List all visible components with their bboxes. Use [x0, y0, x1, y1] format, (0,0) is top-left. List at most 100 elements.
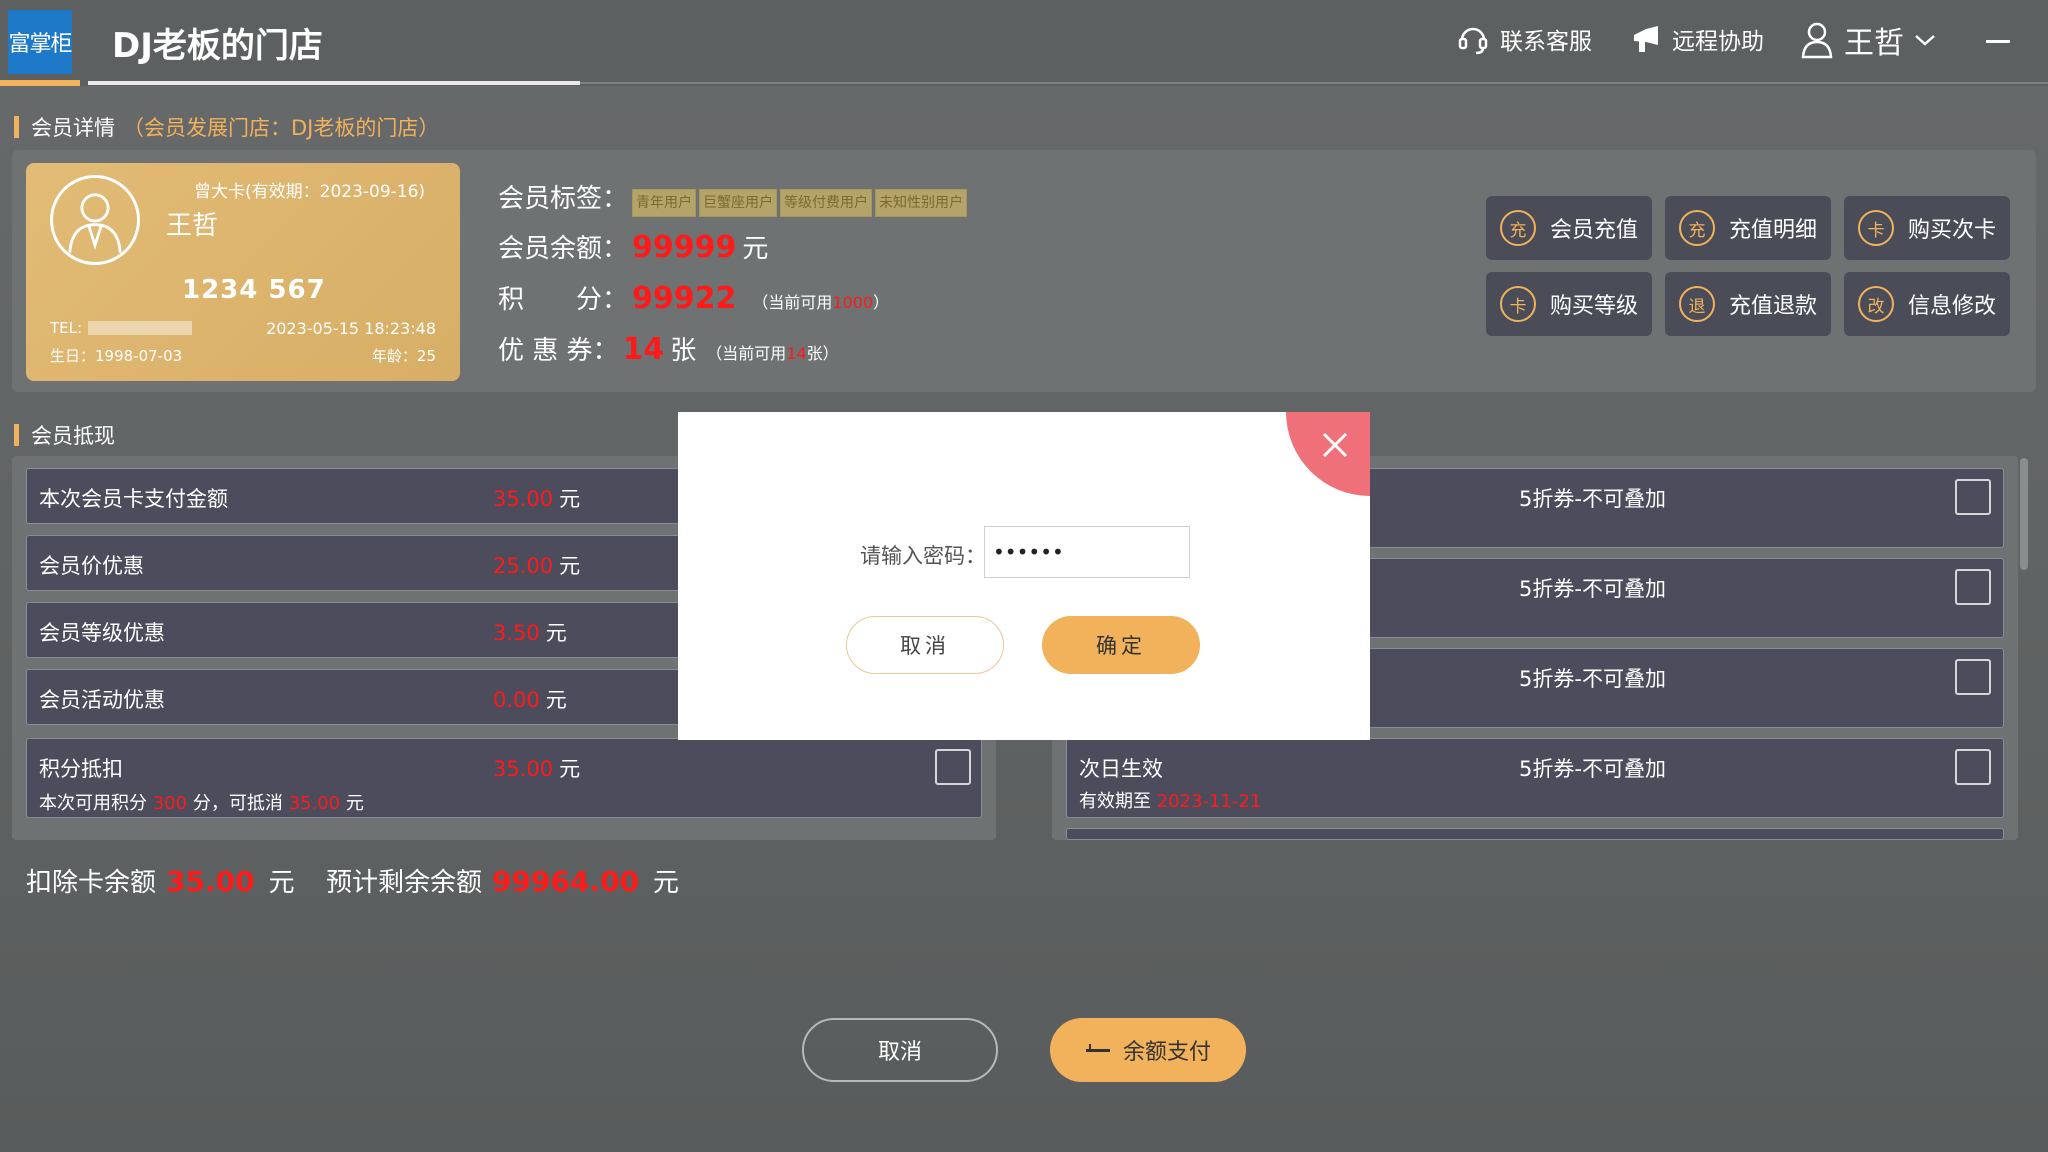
member-store-subtitle: （会员发展门店：DJ老板的门店）	[123, 116, 440, 140]
deduction-heading: 会员抵现	[14, 420, 115, 450]
member-tag: 等级付费用户	[780, 189, 873, 217]
member-tags-row: 会员标签： 青年用户 巨蟹座用户 等级付费用户 未知性别用户	[498, 178, 970, 217]
tel-redacted	[88, 321, 193, 335]
close-icon[interactable]	[1320, 430, 1350, 460]
active-store-indicator	[88, 81, 580, 85]
member-details-heading: 会员详情 （会员发展门店：DJ老板的门店）	[14, 112, 439, 142]
card-birthday: 生日：1998-07-03	[50, 347, 183, 365]
user-name: 王哲	[1844, 26, 1904, 61]
deduction-value: 25.00 元	[493, 554, 581, 578]
edit-info-button[interactable]: 改 信息修改	[1844, 272, 2010, 336]
megaphone-icon	[1634, 26, 1658, 52]
coupon-label: 优 惠 券：	[498, 336, 619, 366]
coupon-scrollbar[interactable]	[2020, 458, 2028, 570]
remaining-balance-label: 预计剩余余额	[326, 868, 483, 898]
recharge-icon: 充	[1499, 210, 1536, 246]
deduction-label: 会员等级优惠	[39, 621, 165, 645]
dialog-confirm-button[interactable]: 确定	[1042, 616, 1200, 674]
deduct-balance-unit: 元	[268, 868, 295, 898]
section-marker	[14, 424, 19, 446]
card-datetime: 2023-05-15 18:23:48	[266, 319, 436, 338]
card-icon: 卡	[1499, 286, 1536, 322]
edit-icon: 改	[1857, 286, 1894, 322]
deduction-title: 会员抵现	[31, 424, 115, 448]
recharge-label: 会员充值	[1549, 218, 1638, 243]
member-tag: 巨蟹座用户	[699, 189, 778, 217]
remaining-balance-value: 99964.00	[492, 865, 640, 898]
deduct-balance-total: 扣除卡余额 35.00 元	[26, 862, 295, 899]
member-tag: 青年用户	[632, 189, 697, 217]
logo-underline	[0, 80, 80, 86]
wallet-icon	[1085, 1044, 1110, 1052]
balance-row: 会员余额： 99999 元	[498, 228, 768, 265]
deduction-label: 会员价优惠	[39, 554, 144, 578]
support-label: 联系客服	[1500, 29, 1592, 55]
app-logo: 富掌柜	[8, 10, 73, 74]
buy-level-button[interactable]: 卡 购买等级	[1486, 272, 1652, 336]
coupon-unit: 张	[670, 336, 697, 366]
remote-assist-label: 远程协助	[1672, 29, 1764, 55]
coupon-note: （当前可用14张）	[706, 344, 839, 363]
card-holder-name: 王哲	[166, 211, 219, 241]
balance-value: 99999	[632, 230, 737, 265]
coupon-checkbox[interactable]	[1955, 659, 1991, 695]
dialog-cancel-label: 取消	[900, 634, 950, 658]
balance-label: 会员余额：	[498, 234, 629, 264]
balance-pay-button[interactable]: 余额支付	[1050, 1018, 1246, 1082]
coupon-count: 14	[622, 332, 665, 367]
minimize-button[interactable]	[1986, 40, 2010, 43]
card-validity: 曾大卡(有效期：2023-09-16)	[194, 182, 426, 202]
user-icon	[1801, 22, 1833, 59]
tags-label: 会员标签：	[498, 184, 629, 214]
headset-icon	[1458, 27, 1488, 55]
dialog-confirm-label: 确定	[1096, 634, 1146, 658]
coupon-row[interactable]: 次日生效 5折券-不可叠加 有效期至 2023-11-21	[1066, 738, 2004, 818]
recharge-refund-label: 充值退款	[1728, 294, 1817, 319]
recharge-details-icon: 充	[1678, 210, 1715, 246]
card-age: 年龄：25	[371, 347, 436, 365]
points-deduction-checkbox[interactable]	[935, 749, 971, 785]
coupon-checkbox[interactable]	[1955, 569, 1991, 605]
recharge-details-label: 充值明细	[1728, 218, 1817, 243]
points-deduction-row: 积分抵扣 35.00 元 本次可用积分 300 分，可抵消 35.00 元	[26, 738, 982, 818]
balance-pay-label: 余额支付	[1122, 1040, 1211, 1065]
coupon-checkbox[interactable]	[1955, 479, 1991, 515]
coupon-title: 5折券-不可叠加	[1519, 757, 1666, 781]
member-details-title: 会员详情	[31, 116, 115, 140]
coupon-title: 5折券-不可叠加	[1519, 667, 1666, 691]
recharge-button[interactable]: 充 会员充值	[1486, 196, 1652, 260]
deduction-value: 0.00 元	[493, 688, 567, 712]
refund-icon: 退	[1678, 286, 1715, 322]
card-tel: TEL:	[50, 319, 193, 337]
section-marker	[14, 116, 19, 138]
coupons-row: 优 惠 券： 14 张 （当前可用14张）	[498, 330, 839, 367]
user-menu[interactable]: 王哲	[1800, 18, 1948, 62]
buy-times-card-button[interactable]: 卡 购买次卡	[1844, 196, 2010, 260]
avatar-icon	[50, 175, 140, 265]
buy-times-card-label: 购买次卡	[1907, 218, 1996, 243]
password-dialog: 请输入密码： 取消 确定	[678, 412, 1370, 740]
member-card: 曾大卡(有效期：2023-09-16) 王哲 1234 567 TEL: 202…	[26, 163, 460, 381]
coupon-row-partial	[1066, 828, 2004, 840]
member-tag: 未知性别用户	[875, 189, 968, 217]
recharge-refund-button[interactable]: 退 充值退款	[1665, 272, 1831, 336]
coupon-checkbox[interactable]	[1955, 749, 1991, 785]
coupon-title: 5折券-不可叠加	[1519, 577, 1666, 601]
password-label: 请输入密码：	[860, 544, 986, 568]
card-icon: 卡	[1857, 210, 1894, 246]
deduction-label: 会员活动优惠	[39, 688, 165, 712]
deduction-label: 本次会员卡支付金额	[39, 487, 228, 511]
dialog-cancel-button[interactable]: 取消	[846, 616, 1004, 674]
remote-assist-button[interactable]: 远程协助	[1630, 22, 1764, 56]
tel-label: TEL:	[50, 319, 83, 337]
support-button[interactable]: 联系客服	[1456, 22, 1592, 56]
points-value: 99922	[632, 281, 737, 316]
cancel-button[interactable]: 取消	[802, 1018, 998, 1082]
password-input[interactable]	[984, 526, 1190, 578]
balance-unit: 元	[742, 234, 769, 264]
points-deduction-value: 35.00 元	[493, 757, 581, 781]
recharge-details-button[interactable]: 充 充值明细	[1665, 196, 1831, 260]
remaining-balance-unit: 元	[653, 868, 680, 898]
card-number: 1234 567	[182, 275, 326, 305]
points-row: 积 分： 99922 （当前可用1000）	[498, 279, 889, 316]
